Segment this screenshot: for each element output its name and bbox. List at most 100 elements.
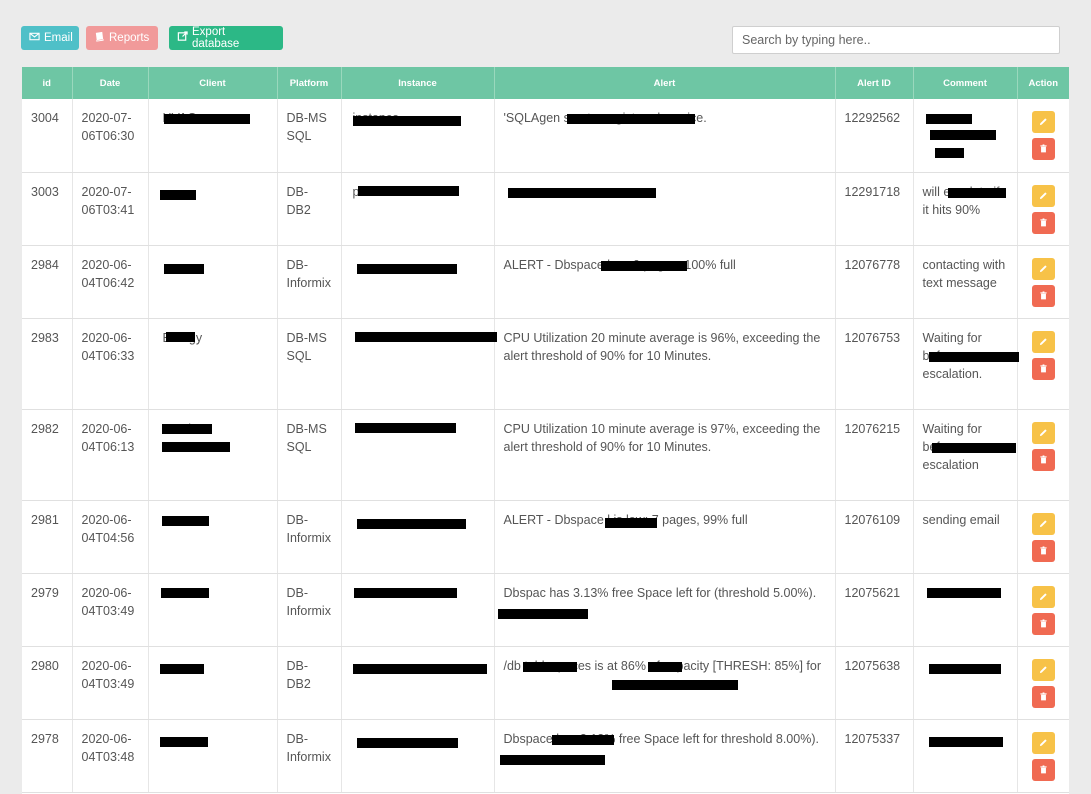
pencil-icon <box>1039 333 1048 351</box>
pencil-icon <box>1039 187 1048 205</box>
search-input[interactable] <box>732 26 1060 54</box>
edit-button[interactable] <box>1031 658 1055 681</box>
table-row: 3003 2020-07-06T03:41 DB-DB2 prod1 12291718 w… <box>22 172 1069 246</box>
cell-date: 2020-06-04T03:48 <box>72 719 149 793</box>
trash-icon <box>1039 761 1048 779</box>
pencil-icon <box>1039 734 1048 752</box>
cell-action <box>1017 409 1069 501</box>
cell-client: HVAC <box>148 99 278 173</box>
cell-comment-text: contacting with text message <box>922 257 1006 290</box>
reports-button[interactable]: Reports <box>86 26 158 50</box>
redaction-block <box>929 130 996 140</box>
cell-alert <box>494 172 836 246</box>
delete-button[interactable] <box>1031 138 1055 160</box>
cell-date: 2020-06-04T03:49 <box>72 646 149 720</box>
redaction-block <box>353 587 457 598</box>
cell-id-text: 3003 <box>31 184 59 199</box>
column-header-date[interactable]: Date <box>72 67 149 99</box>
edit-button[interactable] <box>1031 184 1055 207</box>
cell-alert-text: Dbspac has 3.13% free Space left for (th… <box>503 585 817 600</box>
cell-alert-text: CPU Utilization 20 minute average is 96%… <box>503 330 821 363</box>
redaction-block <box>931 442 1016 453</box>
redaction-block <box>604 517 657 528</box>
cell-platform-text: DB-MS SQL <box>286 111 327 143</box>
column-header-alert[interactable]: Alert <box>494 67 836 99</box>
table-row: 2981 2020-06-04T04:56 DB-Informix ALERT - D… <box>22 500 1069 574</box>
cell-alert: Dbspace has 3.13% free Space left for th… <box>494 719 836 793</box>
cell-id-text: 2980 <box>31 658 59 673</box>
edit-button[interactable] <box>1031 330 1055 353</box>
cell-client <box>148 573 278 647</box>
table-row: 2983 2020-06-04T06:33 EnergyDB-MS SQL CPU U… <box>22 318 1069 410</box>
cell-alert-text: CPU Utilization 10 minute average is 97%… <box>503 421 821 454</box>
column-header-id[interactable]: id <box>22 67 73 99</box>
envelope-icon <box>29 31 40 45</box>
cell-date: 2020-06-04T06:42 <box>72 245 149 319</box>
cell-comment <box>913 573 1018 647</box>
cell-id-text: 2978 <box>31 731 59 746</box>
cell-platform-text: DB-Informix <box>286 512 331 545</box>
cell-id-text: 3004 <box>31 111 59 125</box>
cell-comment-text: sending email <box>922 512 1000 527</box>
cell-comment: Waiting for before escalation <box>913 409 1018 501</box>
edit-button[interactable] <box>1031 512 1055 535</box>
table-row: 2984 2020-06-04T06:42 DB-Informix ALERT - D… <box>22 245 1069 319</box>
cell-platform-text: DB-Informix <box>286 257 331 290</box>
trash-icon <box>1039 451 1048 469</box>
edit-button[interactable] <box>1031 585 1055 608</box>
cell-platform: DB-Informix <box>277 573 342 647</box>
edit-button[interactable] <box>1031 421 1055 444</box>
email-button[interactable]: Email <box>21 26 79 50</box>
redaction-block <box>928 663 1001 674</box>
column-header-client[interactable]: Client <box>148 67 278 99</box>
cell-alert-id-text: 12076109 <box>844 512 901 527</box>
column-header-alert-id[interactable]: Alert ID <box>835 67 914 99</box>
trash-icon <box>1039 615 1048 633</box>
cell-alert-id-text: 12076215 <box>844 421 901 436</box>
delete-button[interactable] <box>1031 539 1055 562</box>
redaction-block <box>163 114 250 124</box>
redaction-block <box>611 679 738 690</box>
cell-instance: prod1 <box>341 172 495 246</box>
delete-button[interactable] <box>1031 612 1055 635</box>
cell-id: 3003 <box>22 172 73 246</box>
cell-platform-text: DB-DB2 <box>286 658 311 691</box>
reports-button-label: Reports <box>109 32 150 44</box>
column-header-instance[interactable]: Instance <box>341 67 495 99</box>
redaction-block <box>928 351 1019 362</box>
delete-button[interactable] <box>1031 758 1055 781</box>
cell-platform: DB-DB2 <box>277 646 342 720</box>
delete-button[interactable] <box>1031 284 1055 307</box>
cell-platform: DB-MS SQL <box>277 99 342 173</box>
redaction-block <box>356 737 458 748</box>
trash-icon <box>1039 287 1048 305</box>
column-header-comment[interactable]: Comment <box>913 67 1018 99</box>
cell-id: 2983 <box>22 318 73 410</box>
table-header-row: id Date Client Platform Instance Alert A… <box>22 67 1069 99</box>
cell-platform: DB-MS SQL <box>277 318 342 410</box>
delete-button[interactable] <box>1031 357 1055 380</box>
export-database-button[interactable]: Export database <box>169 26 283 50</box>
edit-button[interactable] <box>1031 257 1055 280</box>
edit-button[interactable] <box>1031 111 1055 133</box>
cell-alert-id-text: 12291718 <box>844 184 901 199</box>
table-row: 2978 2020-06-04T03:48 DB-Informix Dbspace h… <box>22 719 1069 793</box>
edit-button[interactable] <box>1031 731 1055 754</box>
cell-id-text: 2979 <box>31 585 59 600</box>
delete-button[interactable] <box>1031 448 1055 471</box>
redaction-block <box>165 331 195 342</box>
cell-instance <box>341 719 495 793</box>
cell-comment: Waiting for before escalation. <box>913 318 1019 410</box>
redaction-block <box>161 515 209 526</box>
redaction-block <box>163 263 204 274</box>
column-header-platform[interactable]: Platform <box>277 67 342 99</box>
cell-id: 2981 <box>22 500 73 574</box>
pencil-icon <box>1039 113 1048 131</box>
cell-alert-id: 12076753 <box>835 318 914 410</box>
redaction-block <box>354 331 497 342</box>
delete-button[interactable] <box>1031 211 1055 234</box>
cell-instance <box>341 646 495 720</box>
delete-button[interactable] <box>1031 685 1055 708</box>
cell-platform-text: DB-MS SQL <box>286 421 327 454</box>
cell-instance <box>341 409 495 501</box>
